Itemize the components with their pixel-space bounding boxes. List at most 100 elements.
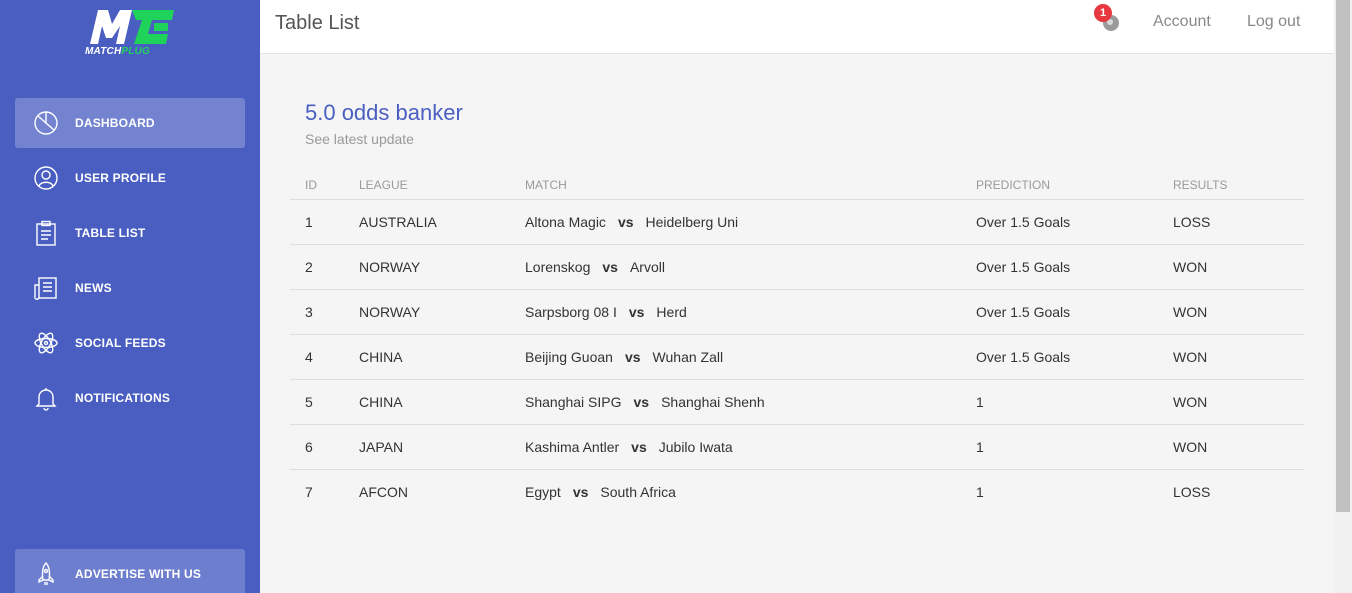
table-row: 1 AUSTRALIA Altona Magic vs Heidelberg Uni Ov… bbox=[290, 200, 1304, 245]
column-header-results: RESULTS bbox=[1173, 178, 1228, 192]
vs-label: vs bbox=[631, 439, 647, 455]
cell-id: 4 bbox=[305, 349, 313, 365]
sidebar-item-label: SOCIAL FEEDS bbox=[75, 336, 166, 350]
away-team: South Africa bbox=[600, 484, 676, 500]
cell-match: Lorenskog vs Arvoll bbox=[525, 259, 665, 275]
away-team: Heidelberg Uni bbox=[645, 214, 739, 230]
cell-prediction: Over 1.5 Goals bbox=[976, 214, 1071, 230]
atom-icon bbox=[33, 330, 59, 356]
vs-label: vs bbox=[628, 304, 645, 320]
table-row: 4 CHINA Beijing Guoan vs Wuhan Zall Over 1.5 … bbox=[290, 335, 1304, 380]
cell-result: WON bbox=[1173, 394, 1208, 410]
clipboard-icon bbox=[33, 220, 59, 246]
away-team: Herd bbox=[656, 304, 687, 320]
cell-prediction: Over 1.5 Goals bbox=[976, 259, 1071, 275]
cell-result: WON bbox=[1173, 349, 1208, 365]
cell-id: 1 bbox=[305, 214, 313, 230]
sidebar-item-label: DASHBOARD bbox=[75, 116, 155, 130]
cell-prediction: 1 bbox=[976, 439, 984, 455]
table-row: 5 CHINA Shanghai SIPG vs Shanghai Shenh 1 WON bbox=[290, 380, 1304, 425]
cell-match: Egypt vs South Africa bbox=[525, 484, 676, 500]
home-team: Sarpsborg 08 I bbox=[525, 304, 617, 320]
home-team: Shanghai SIPG bbox=[525, 394, 622, 410]
sidebar-item-user-profile[interactable]: USER PROFILE bbox=[15, 153, 245, 203]
table-row: 3 NORWAY Sarpsborg 08 I vs Herd Over 1.5 Goal… bbox=[290, 290, 1304, 335]
pie-chart-icon bbox=[33, 110, 59, 136]
cell-match: Shanghai SIPG vs Shanghai Shenh bbox=[525, 394, 765, 410]
cell-match: Beijing Guoan vs Wuhan Zall bbox=[525, 349, 723, 365]
cell-result: WON bbox=[1173, 259, 1208, 275]
sidebar-item-notifications[interactable]: NOTIFICATIONS bbox=[15, 373, 245, 423]
vs-label: vs bbox=[602, 259, 618, 275]
advertise-button[interactable]: ADVERTISE WITH US bbox=[15, 549, 245, 593]
sidebar-item-label: NOTIFICATIONS bbox=[75, 391, 171, 405]
account-link[interactable]: Account bbox=[1153, 13, 1211, 31]
column-header-prediction: PREDICTION bbox=[976, 178, 1051, 192]
cell-league: CHINA bbox=[359, 349, 403, 365]
cell-result: WON bbox=[1173, 304, 1208, 320]
page-title: Table List bbox=[275, 12, 360, 34]
notifications-button[interactable]: 1 bbox=[1094, 4, 1124, 36]
sidebar-item-table-list[interactable]: TABLE LIST bbox=[15, 208, 245, 258]
scrollbar-thumb[interactable] bbox=[1336, 0, 1350, 512]
table-row: 6 JAPAN Kashima Antler vs Jubilo Iwata 1 WON bbox=[290, 425, 1304, 470]
cell-prediction: Over 1.5 Goals bbox=[976, 304, 1071, 320]
cell-id: 7 bbox=[305, 484, 313, 500]
home-team: Beijing Guoan bbox=[525, 349, 613, 365]
vs-label: vs bbox=[633, 394, 650, 410]
cell-result: LOSS bbox=[1173, 484, 1211, 500]
brand-name: MATCHPLUG bbox=[85, 46, 150, 57]
cell-result: LOSS bbox=[1173, 214, 1211, 230]
vs-label: vs bbox=[624, 349, 641, 365]
bell-icon bbox=[33, 385, 59, 411]
sidebar: MATCHPLUG DASHBOARD USER PROFILE TABLE L… bbox=[0, 0, 260, 593]
cell-id: 2 bbox=[305, 259, 313, 275]
table-row: 7 AFCON Egypt vs South Africa 1 LOSS bbox=[290, 470, 1304, 515]
cell-prediction: 1 bbox=[976, 484, 984, 500]
cell-league: AFCON bbox=[359, 484, 408, 500]
cell-league: JAPAN bbox=[359, 439, 404, 455]
card-subtitle: See latest update bbox=[305, 131, 414, 147]
home-team: Egypt bbox=[525, 484, 561, 500]
rocket-icon bbox=[33, 561, 59, 587]
home-team: Lorenskog bbox=[525, 259, 591, 275]
home-team: Kashima Antler bbox=[525, 439, 620, 455]
sidebar-item-social-feeds[interactable]: SOCIAL FEEDS bbox=[15, 318, 245, 368]
cell-prediction: 1 bbox=[976, 394, 984, 410]
cell-prediction: Over 1.5 Goals bbox=[976, 349, 1071, 365]
vs-label: vs bbox=[572, 484, 589, 500]
cell-league: AUSTRALIA bbox=[359, 214, 437, 230]
column-header-id: ID bbox=[305, 178, 317, 192]
predictions-table: ID LEAGUE MATCH PREDICTION RESULTS 1 AUST… bbox=[290, 168, 1304, 515]
away-team: Wuhan Zall bbox=[652, 349, 724, 365]
card-title: 5.0 odds banker bbox=[305, 100, 463, 125]
table-body: 1 AUSTRALIA Altona Magic vs Heidelberg Uni Ov… bbox=[290, 200, 1304, 515]
cell-id: 3 bbox=[305, 304, 313, 320]
advertise-label: ADVERTISE WITH US bbox=[75, 567, 202, 581]
column-header-league: LEAGUE bbox=[359, 178, 408, 192]
cell-match: Kashima Antler vs Jubilo Iwata bbox=[525, 439, 733, 455]
cell-id: 5 bbox=[305, 394, 313, 410]
newspaper-icon bbox=[33, 275, 59, 301]
sidebar-item-label: USER PROFILE bbox=[75, 171, 167, 185]
notification-badge: 1 bbox=[1094, 4, 1112, 22]
away-team: Shanghai Shenh bbox=[661, 394, 765, 410]
user-icon bbox=[33, 165, 59, 191]
logout-link[interactable]: Log out bbox=[1247, 13, 1300, 31]
sidebar-item-dashboard[interactable]: DASHBOARD bbox=[15, 98, 245, 148]
top-navbar: Table List 1 Account Log out bbox=[260, 0, 1334, 54]
home-team: Altona Magic bbox=[525, 214, 606, 230]
sidebar-nav: DASHBOARD USER PROFILE TABLE LIST NEWS S… bbox=[15, 98, 245, 428]
cell-result: WON bbox=[1173, 439, 1208, 455]
cell-id: 6 bbox=[305, 439, 313, 455]
away-team: Jubilo Iwata bbox=[658, 439, 733, 455]
sidebar-item-label: TABLE LIST bbox=[75, 226, 146, 240]
table-header: ID LEAGUE MATCH PREDICTION RESULTS bbox=[290, 168, 1304, 200]
vs-label: vs bbox=[617, 214, 634, 230]
cell-match: Altona Magic vs Heidelberg Uni bbox=[525, 214, 738, 230]
cell-league: NORWAY bbox=[359, 259, 421, 275]
sidebar-item-news[interactable]: NEWS bbox=[15, 263, 245, 313]
table-row: 2 NORWAY Lorenskog vs Arvoll Over 1.5 Goals WO… bbox=[290, 245, 1304, 290]
sidebar-item-label: NEWS bbox=[75, 281, 112, 295]
cell-match: Sarpsborg 08 I vs Herd bbox=[525, 304, 687, 320]
